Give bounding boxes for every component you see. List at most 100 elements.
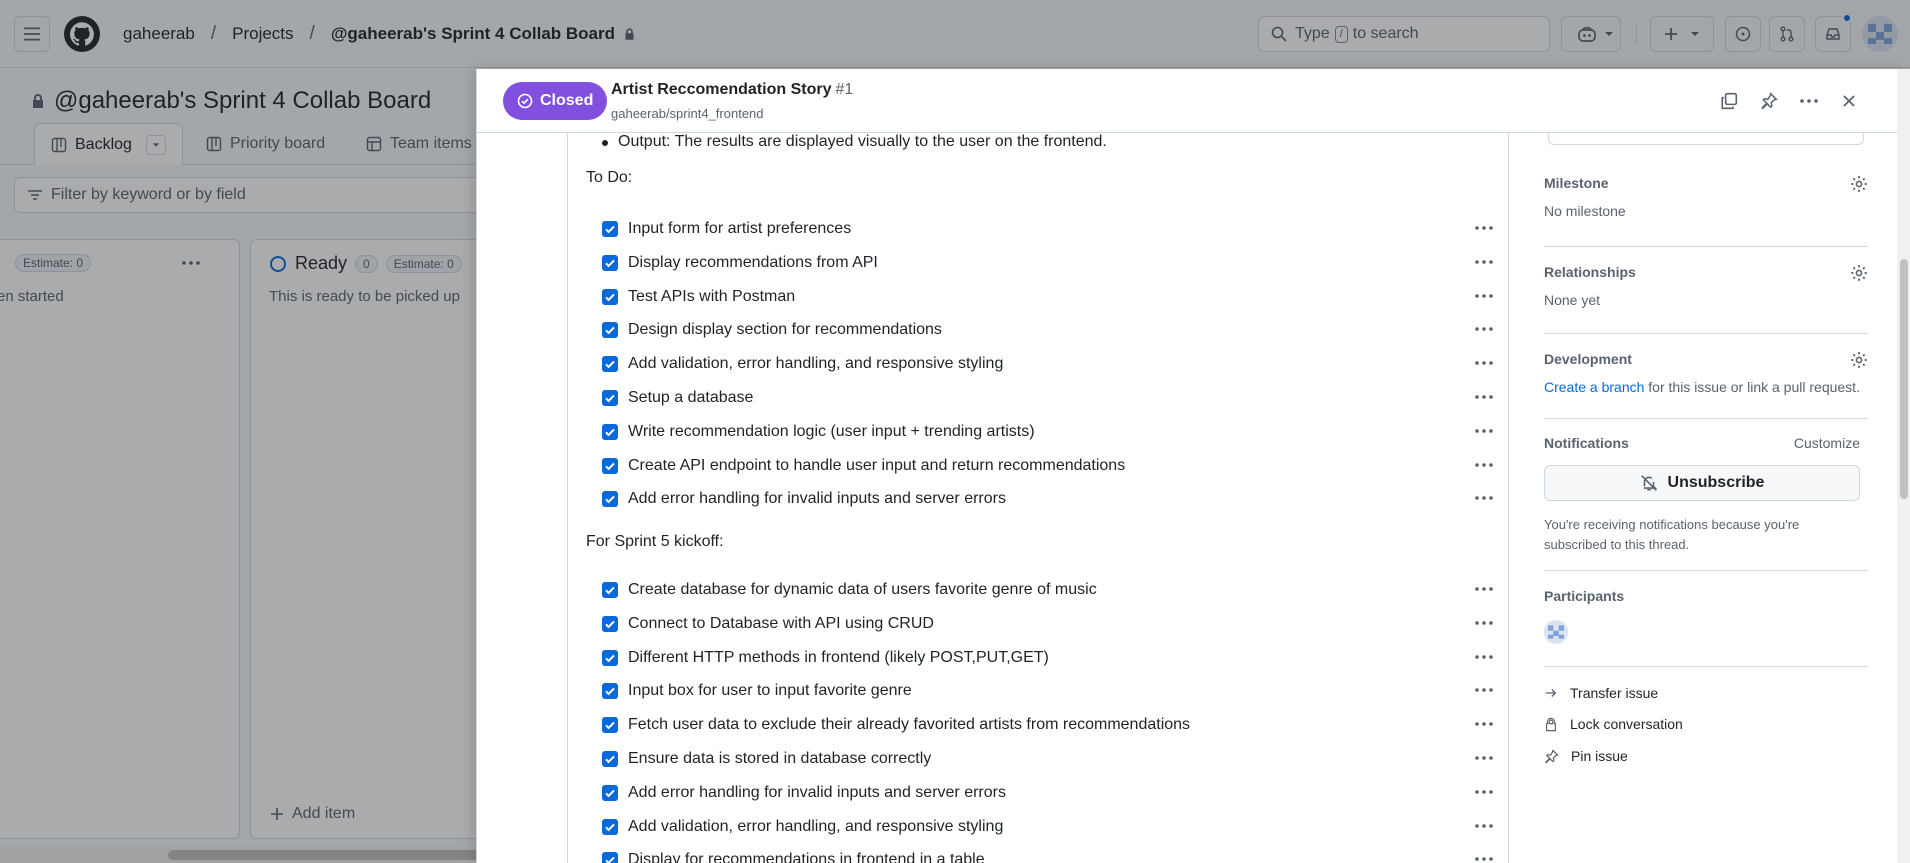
- notifications-section: Notifications Customize: [1544, 435, 1868, 451]
- task-label: Fetch user data to exclude their already…: [628, 716, 1191, 734]
- task-options-button[interactable]: [1472, 353, 1496, 373]
- notifications-note: You're receiving notifications because y…: [1544, 517, 1800, 552]
- task-options-button[interactable]: [1472, 782, 1496, 802]
- task-checkbox[interactable]: [602, 683, 618, 700]
- create-branch-link[interactable]: Create a branch: [1544, 379, 1644, 395]
- task-item: Write recommendation logic (user input +…: [568, 415, 1508, 449]
- issue-repository[interactable]: gaheerab/sprint4_frontend: [611, 106, 764, 121]
- more-horizontal-icon: [1475, 789, 1493, 794]
- task-options-button[interactable]: [1472, 714, 1496, 734]
- customize-notifications-button[interactable]: Customize: [1794, 435, 1860, 451]
- close-panel-button[interactable]: [1835, 87, 1863, 115]
- copy-icon: [1721, 92, 1738, 110]
- task-label: Create database for dynamic data of user…: [628, 581, 1097, 598]
- task-label: Create API endpoint to handle user input…: [628, 456, 1126, 474]
- action-label: Lock conversation: [1570, 716, 1683, 732]
- task-checkbox[interactable]: [602, 221, 618, 237]
- task-checkbox[interactable]: [602, 751, 618, 767]
- task-options-button[interactable]: [1472, 455, 1496, 475]
- kickoff-heading: For Sprint 5 kickoff:: [586, 533, 724, 550]
- more-horizontal-icon: [1475, 361, 1493, 365]
- task-checkbox[interactable]: [602, 423, 618, 440]
- task-options-button[interactable]: [1472, 421, 1496, 441]
- gear-icon[interactable]: [1850, 264, 1868, 282]
- section-divider: [1544, 418, 1868, 419]
- task-label: Input form for artist preferences: [628, 220, 852, 237]
- task-item: Input form for artist preferences: [568, 212, 1508, 246]
- task-options-button[interactable]: [1472, 816, 1496, 836]
- lock-conversation-button[interactable]: Lock conversation: [1544, 716, 1683, 732]
- task-checkbox[interactable]: [602, 649, 618, 666]
- checkmark-icon: [605, 259, 615, 268]
- task-options-button[interactable]: [1472, 647, 1496, 667]
- status-label: Closed: [540, 92, 594, 109]
- unsubscribe-label: Unsubscribe: [1667, 474, 1765, 491]
- task-item: Add error handling for invalid inputs an…: [568, 776, 1508, 810]
- task-label: Input box for user to input favorite gen…: [628, 682, 912, 700]
- checkmark-icon: [605, 462, 615, 470]
- more-horizontal-icon: [1475, 654, 1493, 659]
- task-checkbox[interactable]: [602, 288, 618, 305]
- task-checkbox[interactable]: [602, 852, 618, 863]
- task-checkbox[interactable]: [602, 582, 618, 598]
- task-checkbox[interactable]: [602, 390, 618, 406]
- task-checkbox[interactable]: [602, 491, 618, 508]
- task-options-button[interactable]: [1472, 849, 1496, 863]
- task-checkbox[interactable]: [602, 818, 618, 835]
- issue-body: Output: The results are displayed visual…: [567, 133, 1509, 863]
- scrollbar-thumb[interactable]: [1900, 259, 1908, 499]
- task-options-button[interactable]: [1472, 579, 1496, 599]
- section-divider: [1544, 333, 1868, 334]
- task-checkbox[interactable]: [602, 356, 618, 373]
- unsubscribe-button[interactable]: Unsubscribe: [1544, 465, 1860, 501]
- check-circle-icon: [517, 93, 533, 109]
- section-divider: [1544, 570, 1868, 571]
- copy-link-button[interactable]: [1715, 87, 1743, 115]
- task-options-button[interactable]: [1472, 218, 1496, 238]
- task-checkbox[interactable]: [602, 717, 618, 734]
- gear-icon[interactable]: [1850, 175, 1868, 193]
- panel-vertical-scrollbar[interactable]: [1897, 69, 1910, 863]
- identicon-icon: [1544, 620, 1568, 644]
- task-item: Test APIs with Postman: [568, 280, 1508, 314]
- issue-title-text: Artist Reccomendation Story: [611, 81, 832, 98]
- transfer-issue-button[interactable]: Transfer issue: [1544, 685, 1658, 701]
- arrow-right-icon: [1545, 689, 1557, 697]
- task-item: Display for recommendations in frontend …: [568, 843, 1508, 863]
- checkmark-icon: [605, 428, 615, 437]
- task-checkbox[interactable]: [602, 254, 618, 271]
- task-options-button[interactable]: [1472, 748, 1496, 768]
- task-checkbox[interactable]: [602, 457, 618, 474]
- more-horizontal-icon: [1475, 823, 1493, 828]
- task-checkbox[interactable]: [602, 322, 618, 339]
- task-item: Connect to Database with API using CRUD: [568, 607, 1508, 641]
- task-options-button[interactable]: [1472, 387, 1496, 407]
- task-options-button[interactable]: [1472, 286, 1496, 306]
- task-options-button[interactable]: [1472, 613, 1496, 633]
- task-label: Display for recommendations in frontend …: [628, 851, 985, 863]
- task-options-button[interactable]: [1472, 319, 1496, 339]
- task-options-button[interactable]: [1472, 680, 1496, 700]
- issue-side-panel: Closed Artist Reccomendation Story #1 gah…: [476, 69, 1910, 863]
- issue-number: #1: [835, 81, 854, 98]
- more-horizontal-icon: [1475, 259, 1493, 264]
- pin-button[interactable]: [1755, 87, 1783, 115]
- checkmark-icon: [605, 293, 615, 301]
- issue-sidebar: Milestone No milestone Relationships Non…: [1544, 133, 1878, 863]
- gear-icon[interactable]: [1850, 351, 1868, 369]
- task-checkbox[interactable]: [602, 615, 618, 632]
- task-options-button[interactable]: [1472, 252, 1496, 272]
- task-label: Different HTTP methods in frontend (like…: [628, 648, 1049, 666]
- pin-issue-button[interactable]: Pin issue: [1544, 748, 1628, 764]
- more-options-button[interactable]: [1795, 87, 1823, 115]
- action-label: Transfer issue: [1570, 685, 1659, 701]
- development-value: Create a branch for this issue or link a…: [1544, 379, 1868, 395]
- participant-avatar[interactable]: [1544, 620, 1568, 644]
- issue-header: Closed Artist Reccomendation Story #1 gah…: [477, 69, 1897, 133]
- checkmark-icon: [605, 586, 615, 595]
- task-options-button[interactable]: [1472, 488, 1496, 508]
- checkmark-icon: [605, 688, 615, 696]
- task-label: Design display section for recommendatio…: [628, 321, 942, 339]
- task-label: Ensure data is stored in database correc…: [628, 750, 932, 767]
- task-checkbox[interactable]: [602, 784, 618, 801]
